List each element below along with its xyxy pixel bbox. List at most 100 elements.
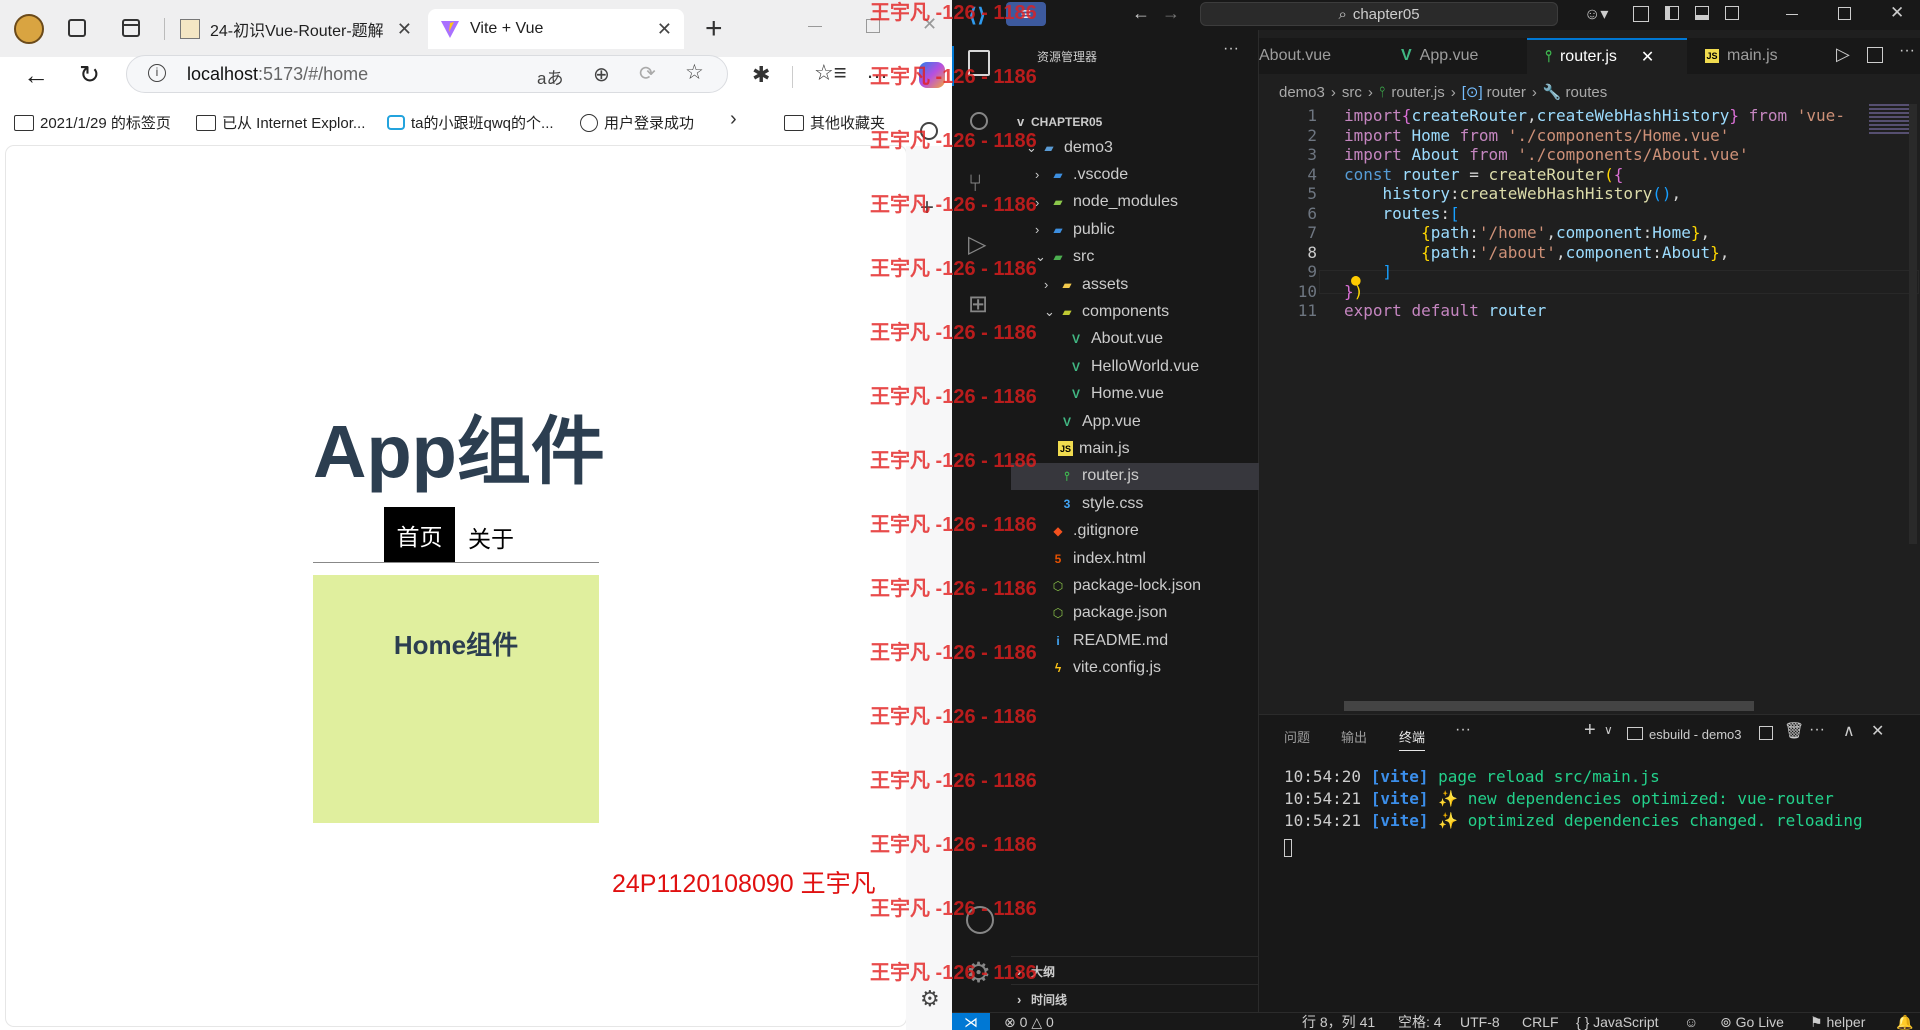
- breadcrumb-item[interactable]: src: [1342, 84, 1362, 101]
- refresh-icon[interactable]: ↻: [79, 60, 100, 90]
- nav-back-icon[interactable]: ←: [1132, 3, 1150, 24]
- chevron-right-icon: ›: [1367, 83, 1373, 101]
- new-terminal-icon[interactable]: +: [1584, 719, 1596, 742]
- helper-status[interactable]: ⚑ helper: [1810, 1013, 1865, 1030]
- file-tree-item[interactable]: ⌄ ▰ components: [1011, 298, 1259, 325]
- timeline-section[interactable]: › 时间线: [1017, 986, 1067, 1013]
- file-tree-item[interactable]: 3 style.css: [1011, 490, 1259, 517]
- file-tree-item[interactable]: ⬡ package-lock.json: [1011, 572, 1259, 599]
- command-center-search[interactable]: ⌕ chapter05: [1200, 2, 1558, 26]
- file-tree-item[interactable]: › ▰ node_modules: [1011, 189, 1259, 216]
- vertical-scrollbar[interactable]: [1909, 104, 1917, 544]
- chevron-down-icon[interactable]: ∨: [1604, 723, 1613, 737]
- file-tree-label: public: [1073, 220, 1115, 238]
- maximize-icon[interactable]: [1838, 7, 1851, 20]
- file-tree-item[interactable]: ⫯ router.js: [1011, 462, 1259, 490]
- terminal-name[interactable]: esbuild - demo3: [1649, 727, 1742, 742]
- file-tree-item[interactable]: › ▰ .vscode: [1011, 161, 1259, 188]
- file-tree-item[interactable]: ⌄ ▰ src: [1011, 244, 1259, 271]
- favorite-star-icon[interactable]: ☆: [685, 60, 704, 85]
- file-tree-item[interactable]: V About.vue: [1011, 326, 1259, 353]
- bookmark-item[interactable]: ta的小跟班qwq的个...: [387, 112, 554, 133]
- editor-more-icon[interactable]: ···: [1899, 42, 1915, 60]
- zoom-icon[interactable]: ⊕: [593, 62, 610, 87]
- lightbulb-icon[interactable]: ●: [1351, 270, 1361, 289]
- customize-layout-icon[interactable]: [1633, 6, 1649, 22]
- notifications-bell-icon[interactable]: 🔔: [1896, 1013, 1913, 1030]
- copilot-icon[interactable]: ☺▾: [1584, 4, 1608, 24]
- code-line[interactable]: 11 export default router: [1259, 299, 1859, 323]
- end-of-line[interactable]: CRLF: [1522, 1013, 1559, 1030]
- bookmark-item[interactable]: 用户登录成功: [580, 112, 694, 133]
- run-icon[interactable]: ▷: [1836, 44, 1850, 65]
- go-live-button[interactable]: ⊚ Go Live: [1720, 1013, 1784, 1030]
- home-title: Home组件: [393, 630, 519, 660]
- panel-more-icon[interactable]: ···: [1455, 721, 1471, 739]
- file-tree-item[interactable]: V HelloWorld.vue: [1011, 353, 1259, 380]
- close-tab-icon[interactable]: ✕: [1641, 47, 1654, 67]
- settings-gear-icon[interactable]: ⚙: [920, 986, 940, 1012]
- file-tree-item[interactable]: V Home.vue: [1011, 381, 1259, 408]
- panel-tab-problems[interactable]: 问题: [1284, 727, 1310, 746]
- file-tree-item[interactable]: › ▰ assets: [1011, 271, 1259, 298]
- toggle-sidebar-icon[interactable]: [1665, 6, 1679, 20]
- url-text[interactable]: localhost:5173/#/home: [187, 64, 368, 85]
- nav-forward-icon[interactable]: →: [1162, 3, 1180, 24]
- code-token: Home: [1652, 223, 1691, 242]
- breadcrumb-item[interactable]: routes: [1566, 84, 1608, 101]
- file-tree-item[interactable]: ϟ vite.config.js: [1011, 655, 1259, 682]
- chevron-right-icon[interactable]: ›: [730, 108, 737, 131]
- bookmark-item[interactable]: 2021/1/29 的标签页: [14, 112, 171, 133]
- favorites-icon[interactable]: ☆≡: [814, 60, 847, 86]
- breadcrumb-item[interactable]: router: [1487, 84, 1526, 101]
- chevron-right-icon: ›: [1531, 83, 1537, 101]
- panel-tab-terminal[interactable]: 终端: [1399, 727, 1426, 751]
- file-tree-item[interactable]: ◆ .gitignore: [1011, 518, 1259, 545]
- close-panel-icon[interactable]: ✕: [1871, 721, 1884, 741]
- close-window-icon[interactable]: ✕: [1890, 3, 1904, 23]
- editor-tab-app[interactable]: V App.vue: [1379, 38, 1527, 74]
- language-mode[interactable]: { } JavaScript: [1576, 1013, 1659, 1030]
- cursor-position[interactable]: 行 8，列 41: [1302, 1013, 1375, 1030]
- split-editor-icon[interactable]: [1867, 47, 1883, 63]
- extensions-icon[interactable]: ⊞: [968, 290, 988, 319]
- code-editor[interactable]: 1 import{createRouter,createWebHashHistor…: [1259, 104, 1920, 714]
- copilot-status-icon[interactable]: ☺: [1684, 1013, 1698, 1030]
- minimize-icon[interactable]: [1786, 14, 1798, 15]
- file-tree-item[interactable]: JS main.js: [1011, 435, 1259, 462]
- remote-icon[interactable]: ⋊: [952, 1013, 990, 1030]
- back-icon[interactable]: ←: [23, 60, 49, 91]
- panel-more-actions-icon[interactable]: ···: [1809, 721, 1825, 739]
- file-tree-item[interactable]: ⌄ ▰ demo3: [1011, 134, 1259, 161]
- breadcrumb-item[interactable]: demo3: [1279, 84, 1325, 101]
- maximize-panel-icon[interactable]: ∧: [1843, 721, 1855, 741]
- explorer-more-icon[interactable]: ···: [1223, 40, 1239, 58]
- translate-icon[interactable]: ⟳: [639, 61, 656, 86]
- editor-tab-router[interactable]: ⫯ router.js ✕: [1527, 38, 1687, 74]
- problems-status[interactable]: ⊗ 0 △ 0: [1004, 1013, 1054, 1030]
- file-tree-item[interactable]: i README.md: [1011, 627, 1259, 654]
- trash-icon[interactable]: 🗑: [1784, 721, 1804, 741]
- minimap[interactable]: [1869, 104, 1909, 134]
- file-tree-item[interactable]: 5 index.html: [1011, 545, 1259, 572]
- read-aloud-icon[interactable]: aあ: [537, 64, 563, 89]
- horizontal-scrollbar[interactable]: [1344, 701, 1754, 711]
- toggle-panel-icon[interactable]: [1695, 6, 1709, 20]
- editor-tab-about[interactable]: About.vue: [1259, 38, 1379, 74]
- encoding[interactable]: UTF-8: [1460, 1013, 1500, 1030]
- file-tree-item[interactable]: ⬡ package.json: [1011, 600, 1259, 627]
- panel-tab-output[interactable]: 输出: [1341, 727, 1367, 746]
- address-bar[interactable]: i localhost:5173/#/home aあ ⊕ ⟳ ☆: [126, 55, 728, 93]
- nav-link-home[interactable]: 首页: [384, 507, 455, 562]
- bookmark-item[interactable]: 已从 Internet Explor...: [196, 112, 365, 133]
- editor-tab-main[interactable]: JS main.js: [1687, 38, 1817, 74]
- split-terminal-icon[interactable]: [1759, 726, 1773, 740]
- indentation[interactable]: 空格: 4: [1398, 1013, 1442, 1030]
- file-tree-item[interactable]: V App.vue: [1011, 408, 1259, 435]
- breadcrumb-item[interactable]: router.js: [1391, 84, 1444, 101]
- nav-link-about[interactable]: 关于: [468, 520, 514, 554]
- extensions-icon[interactable]: ✱: [752, 62, 770, 88]
- site-info-icon[interactable]: i: [148, 64, 166, 82]
- toggle-secondary-sidebar-icon[interactable]: [1725, 6, 1739, 20]
- file-tree-item[interactable]: › ▰ public: [1011, 216, 1259, 243]
